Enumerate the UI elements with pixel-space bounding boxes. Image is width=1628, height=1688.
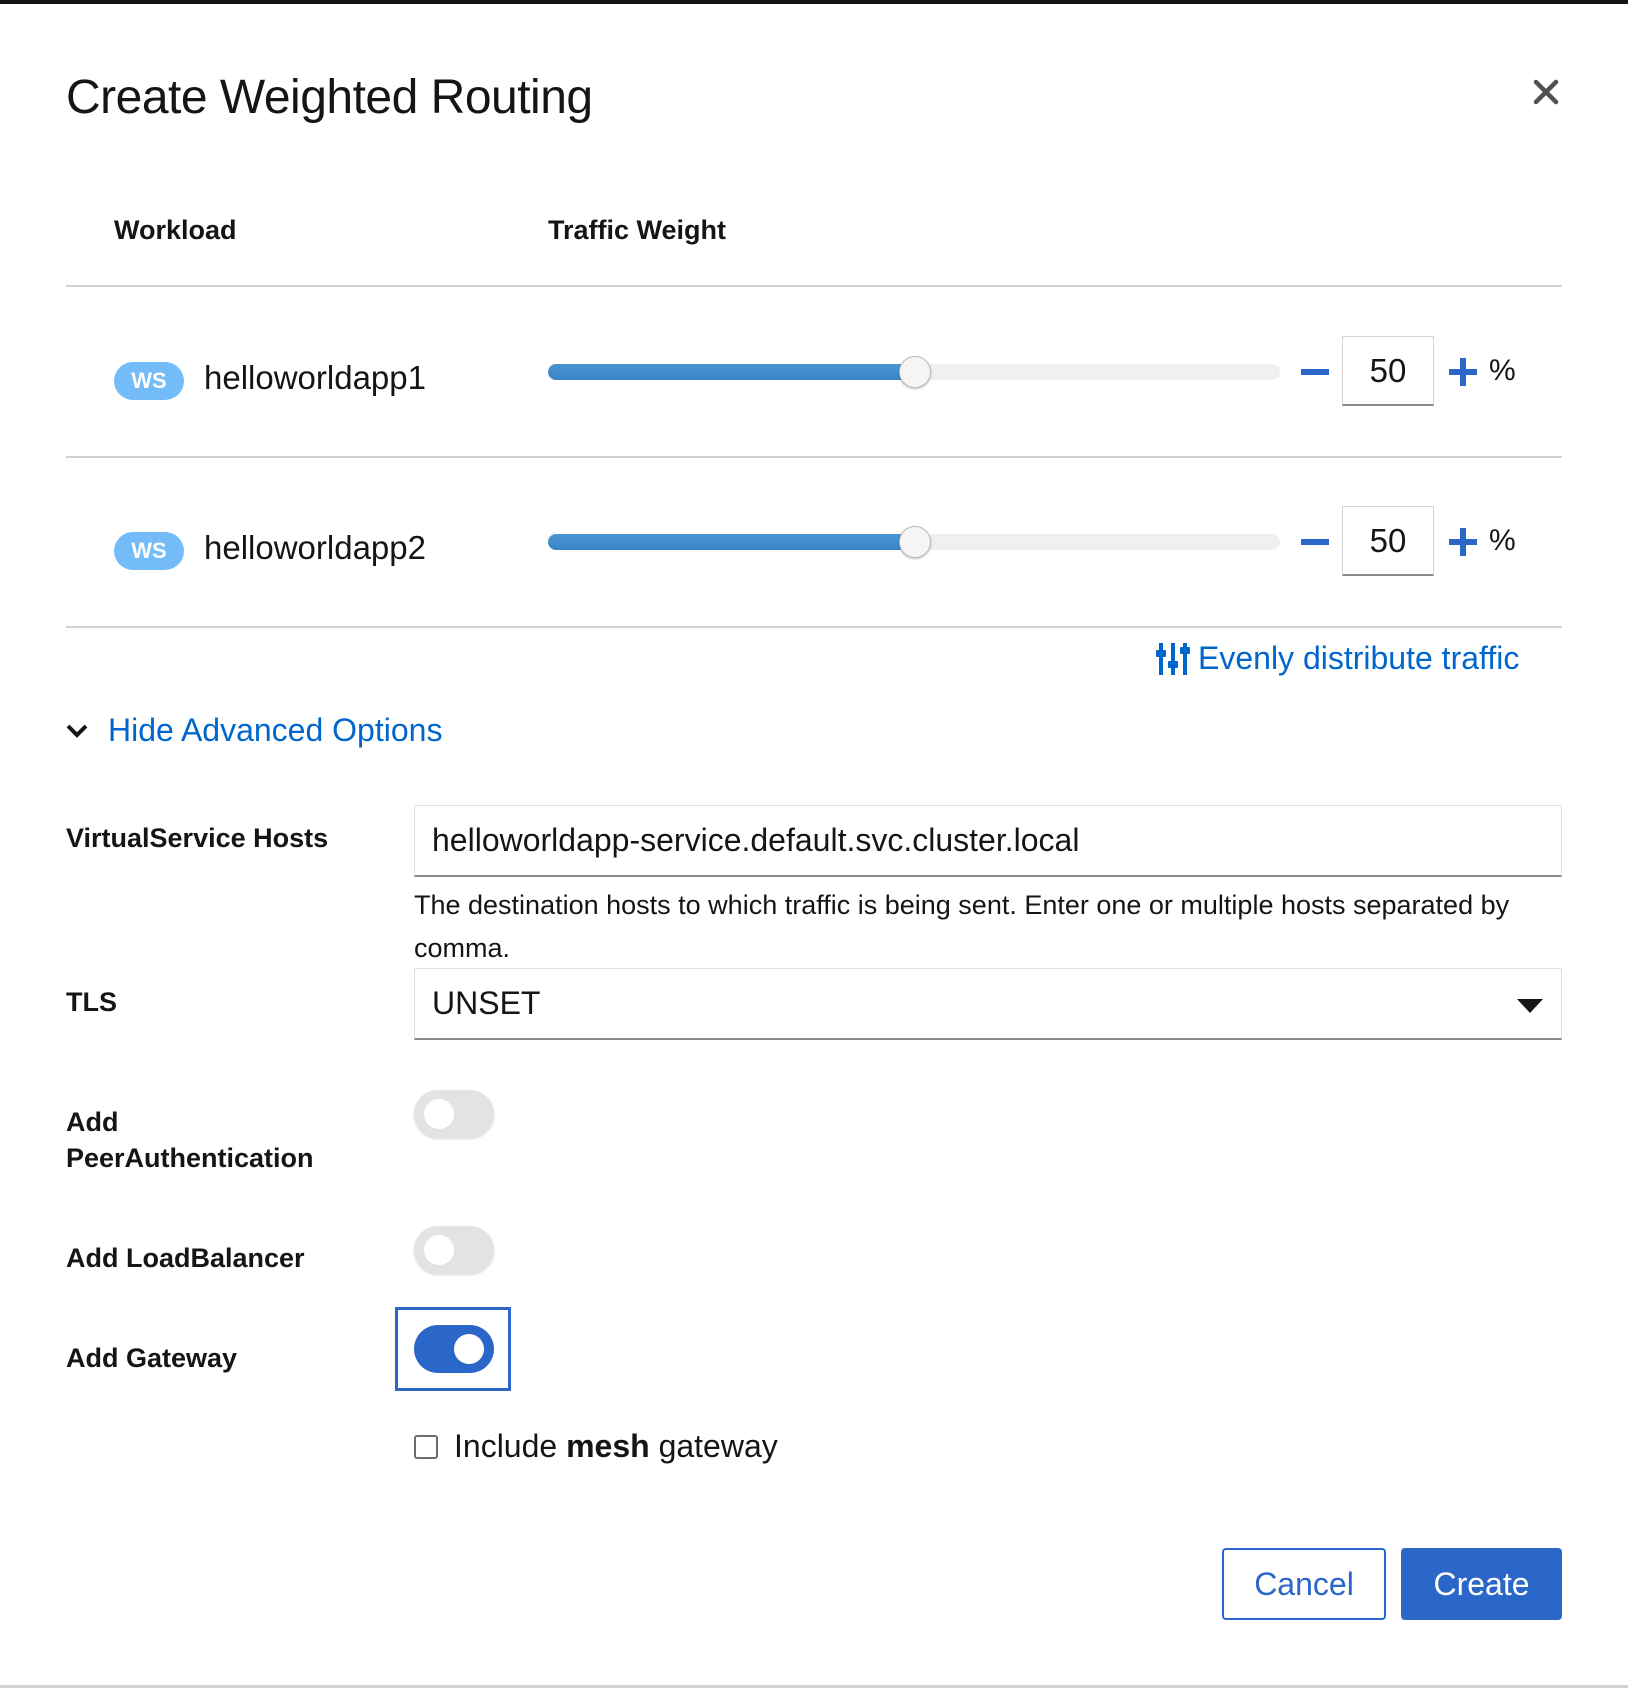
weight-input[interactable]: 50 [1342, 336, 1434, 406]
load-balancer-switch[interactable] [414, 1226, 494, 1274]
workload-name: helloworldapp2 [204, 529, 426, 566]
vs-hosts-input[interactable]: helloworldapp-service.default.svc.cluste… [414, 805, 1562, 877]
mesh-suffix-text: gateway [649, 1428, 778, 1464]
workload-row: WS helloworldapp2 50 % [66, 457, 1562, 625]
weight-slider[interactable] [548, 356, 1280, 388]
caret-down-icon [1517, 999, 1543, 1013]
switch-knob [424, 1235, 454, 1265]
increase-weight-button[interactable] [1445, 354, 1481, 390]
load-balancer-label: Add LoadBalancer [66, 1243, 305, 1273]
row-divider [66, 626, 1562, 628]
peer-auth-label-line2: PeerAuthentication [66, 1143, 314, 1173]
weight-slider[interactable] [548, 526, 1280, 558]
plus-icon [1449, 528, 1477, 556]
workload-row: WS helloworldapp1 50 % [66, 287, 1562, 455]
slider-fill [548, 364, 914, 380]
create-button[interactable]: Create [1401, 1548, 1562, 1620]
minus-icon [1301, 369, 1329, 375]
weight-input[interactable]: 50 [1342, 506, 1434, 576]
advanced-options-label: Hide Advanced Options [108, 712, 443, 748]
tls-label: TLS [66, 987, 117, 1017]
slider-fill [548, 534, 914, 550]
peer-auth-label: Add PeerAuthentication [66, 1104, 314, 1176]
evenly-distribute-button[interactable]: Evenly distribute traffic [1156, 640, 1519, 677]
vs-hosts-label: VirtualService Hosts [66, 823, 329, 853]
gateway-label: Add Gateway [66, 1343, 238, 1373]
peer-auth-switch[interactable] [414, 1090, 494, 1138]
peer-auth-label-line1: Add [66, 1107, 119, 1137]
decrease-weight-button[interactable] [1297, 354, 1333, 390]
mesh-bold-text: mesh [566, 1428, 650, 1464]
vs-hosts-helper-text: The destination hosts to which traffic i… [414, 890, 1510, 963]
decrease-weight-button[interactable] [1297, 524, 1333, 560]
percent-unit: % [1489, 524, 1516, 557]
cancel-button[interactable]: Cancel [1222, 1548, 1386, 1620]
percent-unit: % [1489, 354, 1516, 387]
mesh-prefix-text: Include [454, 1428, 567, 1464]
slider-thumb[interactable] [899, 526, 931, 558]
minus-icon [1301, 539, 1329, 545]
mesh-gateway-checkbox[interactable] [414, 1434, 438, 1459]
mesh-gateway-label: Include mesh gateway [454, 1428, 778, 1465]
traffic-weight-column-header: Traffic Weight [548, 215, 727, 245]
top-border [0, 0, 1628, 4]
advanced-options-toggle[interactable]: Hide Advanced Options [66, 712, 442, 749]
gateway-switch[interactable] [414, 1325, 494, 1373]
switch-knob [454, 1334, 484, 1364]
workload-column-header: Workload [114, 215, 237, 245]
modal-title: Create Weighted Routing [66, 71, 593, 124]
close-button[interactable] [1526, 72, 1566, 112]
close-icon [1533, 79, 1559, 105]
mesh-gateway-option: Include mesh gateway [414, 1428, 778, 1465]
tls-selected-value: UNSET [432, 985, 541, 1021]
switch-knob [424, 1099, 454, 1129]
plus-icon [1449, 358, 1477, 386]
increase-weight-button[interactable] [1445, 524, 1481, 560]
workload-name: helloworldapp1 [204, 359, 426, 396]
workload-badge: WS [114, 362, 184, 400]
slider-thumb[interactable] [899, 356, 931, 388]
tls-select[interactable]: UNSET [414, 968, 1562, 1040]
chevron-down-icon [66, 724, 88, 738]
sliders-icon [1156, 642, 1190, 675]
workload-badge: WS [114, 532, 184, 570]
evenly-distribute-label: Evenly distribute traffic [1198, 640, 1520, 676]
